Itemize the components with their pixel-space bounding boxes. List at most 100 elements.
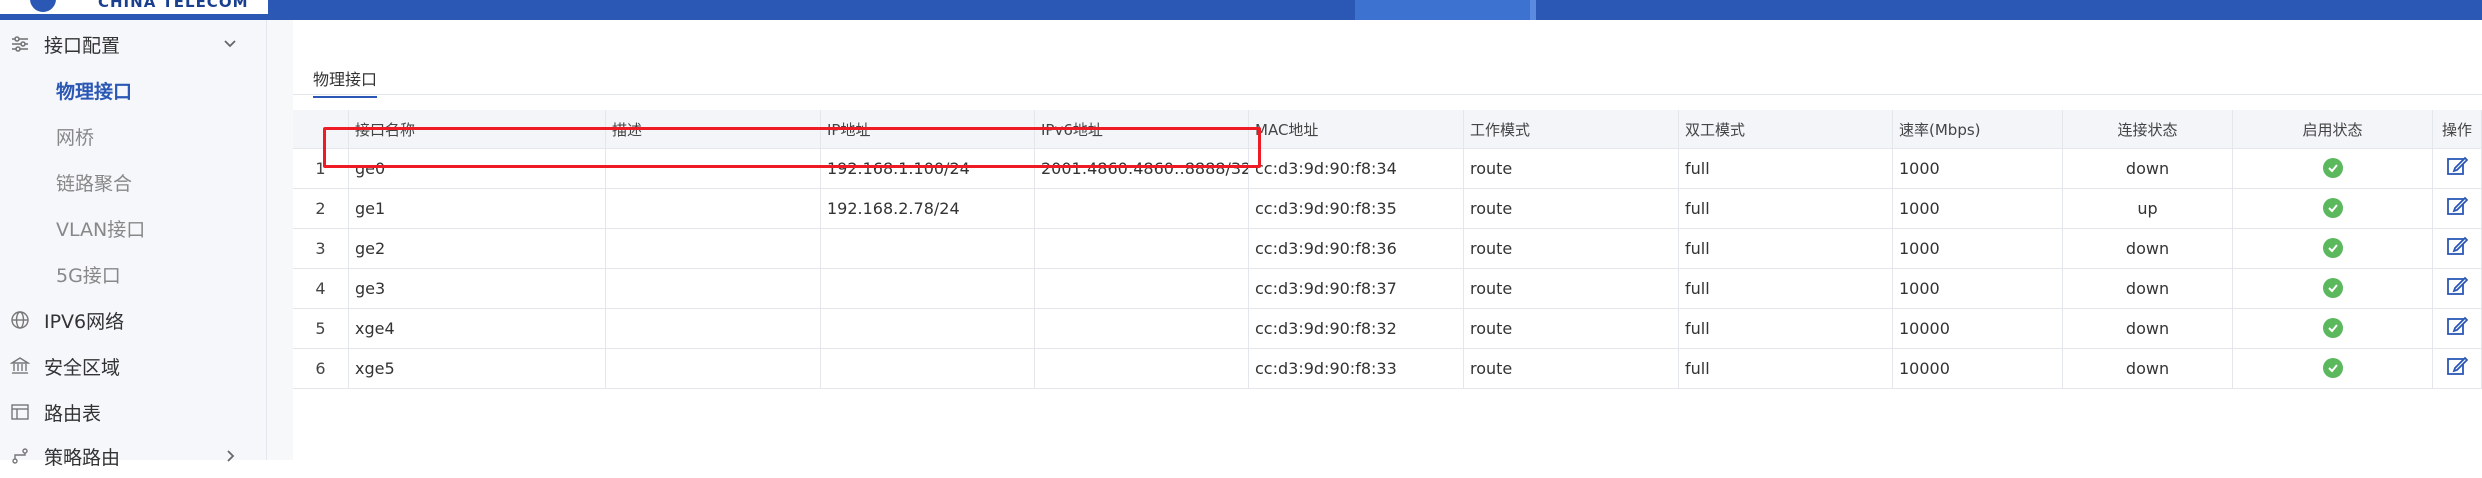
action-cell	[2433, 348, 2482, 388]
cell-duplex: full	[1679, 348, 1893, 388]
action-cell	[2433, 228, 2482, 268]
column-enabled-header: 启用状态	[2233, 110, 2433, 148]
edit-icon[interactable]	[2446, 315, 2469, 341]
chevron-right-icon[interactable]	[222, 448, 238, 464]
sidebar: 接口配置 物理接口 网桥 链路聚合 VLAN接口 5G接口 IPV6网络 安全区…	[0, 20, 267, 469]
cell-ipv6	[1035, 348, 1249, 388]
cell-desc	[606, 348, 821, 388]
cell-mac: cc:d3:9d:90:f8:35	[1249, 188, 1464, 228]
sidebar-item-physical-interface[interactable]: 物理接口	[0, 68, 266, 112]
table-row[interactable]: 5 xge4 cc:d3:9d:90:f8:32 route full 10000 down	[293, 308, 2482, 349]
sidebar-item-vlan-interface[interactable]: VLAN接口	[0, 206, 266, 250]
cell-name: ge2	[349, 228, 606, 268]
cell-ip	[821, 228, 1035, 268]
cell-index: 1	[293, 148, 349, 188]
cell-index: 4	[293, 268, 349, 308]
cell-index: 2	[293, 188, 349, 228]
cell-mac: cc:d3:9d:90:f8:36	[1249, 228, 1464, 268]
cell-ip: 192.168.1.100/24	[821, 148, 1035, 188]
cell-name: ge1	[349, 188, 606, 228]
cell-speed: 10000	[1893, 308, 2063, 348]
cell-mac: cc:d3:9d:90:f8:34	[1249, 148, 1464, 188]
column-action-header: 操作	[2433, 110, 2482, 148]
cell-name: ge0	[349, 148, 606, 188]
sidebar-item-ipv6-network[interactable]: IPV6网络	[0, 298, 266, 342]
cell-ip	[821, 308, 1035, 348]
table-icon	[11, 404, 29, 420]
brand-text: CHINA TELECOM	[98, 0, 249, 11]
action-cell	[2433, 188, 2482, 228]
cell-mode: route	[1464, 228, 1679, 268]
check-circle-icon	[2322, 278, 2343, 298]
cell-duplex: full	[1679, 148, 1893, 188]
edit-icon[interactable]	[2446, 235, 2469, 261]
chevron-down-icon[interactable]	[222, 36, 238, 52]
cell-link: down	[2063, 308, 2233, 348]
check-circle-icon	[2322, 358, 2343, 378]
edit-icon[interactable]	[2446, 275, 2469, 301]
table-row[interactable]: 6 xge5 cc:d3:9d:90:f8:33 route full 10000 down	[293, 348, 2482, 389]
table-row[interactable]: 4 ge3 cc:d3:9d:90:f8:37 route full 1000 down	[293, 268, 2482, 309]
enabled-cell	[2233, 148, 2433, 188]
sidebar-item-link-aggregation[interactable]: 链路聚合	[0, 160, 266, 204]
cell-mode: route	[1464, 188, 1679, 228]
cell-index: 6	[293, 348, 349, 388]
sidebar-item-routing-table[interactable]: 路由表	[0, 390, 266, 434]
tab-physical-interface[interactable]: 物理接口	[313, 66, 378, 98]
cell-ipv6	[1035, 268, 1249, 308]
edit-icon[interactable]	[2446, 355, 2469, 381]
action-cell	[2433, 308, 2482, 348]
cell-link: up	[2063, 188, 2233, 228]
table-row[interactable]: 3 ge2 cc:d3:9d:90:f8:36 route full 1000 down	[293, 228, 2482, 269]
column-name-header: 接口名称	[349, 110, 606, 148]
cell-desc	[606, 148, 821, 188]
sidebar-group-interface-config[interactable]: 接口配置	[0, 22, 266, 66]
bank-icon	[10, 357, 30, 374]
cell-mac: cc:d3:9d:90:f8:33	[1249, 348, 1464, 388]
cell-ipv6	[1035, 188, 1249, 228]
check-circle-icon	[2322, 198, 2343, 218]
globe-icon	[11, 311, 29, 329]
enabled-cell	[2233, 188, 2433, 228]
cell-mode: route	[1464, 308, 1679, 348]
column-mode-header: 工作模式	[1464, 110, 1679, 148]
content-panel: 物理接口 接口名称 描述 IP地址 IPv6地址 MAC地址 工作模式 双工模式 速率(Mbp…	[293, 20, 2482, 460]
cell-name: xge5	[349, 348, 606, 388]
check-circle-icon	[2322, 238, 2343, 258]
cell-desc	[606, 308, 821, 348]
check-circle-icon	[2322, 158, 2343, 178]
sidebar-item-bridge[interactable]: 网桥	[0, 114, 266, 158]
route-icon	[12, 448, 28, 464]
cell-duplex: full	[1679, 268, 1893, 308]
column-mac-header: MAC地址	[1249, 110, 1464, 148]
enabled-cell	[2233, 268, 2433, 308]
cell-ip	[821, 348, 1035, 388]
cell-ip: 192.168.2.78/24	[821, 188, 1035, 228]
sidebar-item-5g-interface[interactable]: 5G接口	[0, 252, 266, 296]
cell-ip	[821, 268, 1035, 308]
cell-link: down	[2063, 148, 2233, 188]
cell-name: xge4	[349, 308, 606, 348]
cell-speed: 1000	[1893, 188, 2063, 228]
cell-desc	[606, 228, 821, 268]
cell-desc	[606, 268, 821, 308]
cell-ipv6	[1035, 308, 1249, 348]
table-row[interactable]: 1 ge0 192.168.1.100/24 2001:4860:4860::8888…	[293, 148, 2482, 189]
column-ipv6-header: IPv6地址	[1035, 110, 1249, 148]
column-desc-header: 描述	[606, 110, 821, 148]
cell-speed: 1000	[1893, 268, 2063, 308]
table-row[interactable]: 2 ge1 192.168.2.78/24 cc:d3:9d:90:f8:35 rout…	[293, 188, 2482, 229]
enabled-cell	[2233, 348, 2433, 388]
cell-desc	[606, 188, 821, 228]
header-tab-highlight	[1355, 0, 1530, 20]
sidebar-item-security-zone[interactable]: 安全区域	[0, 344, 266, 388]
sidebar-item-policy-routing[interactable]: 策略路由	[0, 434, 266, 478]
edit-icon[interactable]	[2446, 155, 2469, 181]
enabled-cell	[2233, 228, 2433, 268]
cell-duplex: full	[1679, 188, 1893, 228]
cell-speed: 1000	[1893, 148, 2063, 188]
cell-mac: cc:d3:9d:90:f8:37	[1249, 268, 1464, 308]
edit-icon[interactable]	[2446, 195, 2469, 221]
cell-mode: route	[1464, 268, 1679, 308]
cell-link: down	[2063, 228, 2233, 268]
